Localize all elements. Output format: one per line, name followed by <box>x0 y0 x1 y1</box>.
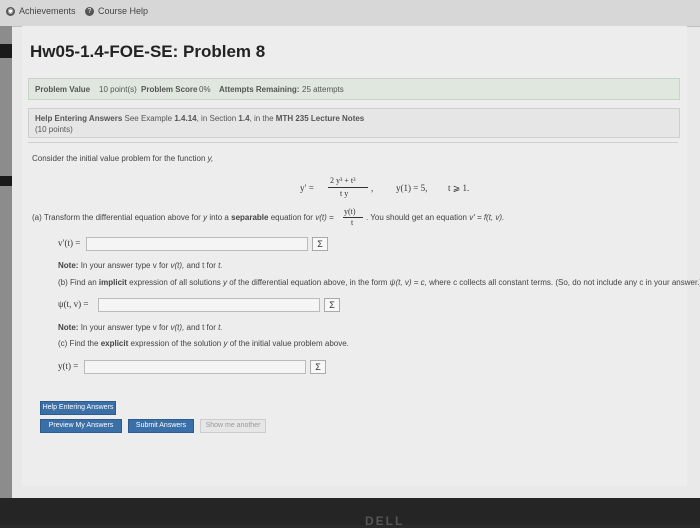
monitor-bezel <box>0 498 700 525</box>
ode-denominator: t y <box>340 189 349 198</box>
left-sidebar-edge <box>0 26 12 498</box>
browser-screen: ◉ Achievements ? Course Help Hw05-1.4-FO… <box>0 0 700 498</box>
lecture-notes-link[interactable]: MTH 235 Lecture Notes <box>276 114 364 123</box>
problem-content: Hw05-1.4-FOE-SE: Problem 8 Problem Value… <box>22 26 700 486</box>
fraction-bar <box>328 187 368 188</box>
part-a-text: (a) Transform the differential equation … <box>32 213 334 222</box>
course-help-link[interactable]: ? Course Help <box>85 6 148 16</box>
submit-answers-button[interactable]: Submit Answers <box>128 419 194 433</box>
help-box: Help Entering Answers See Example 1.4.14… <box>28 108 680 138</box>
answer-b-label: ψ(t, v) = <box>58 299 89 309</box>
help-label: Help Entering Answers <box>35 114 123 123</box>
answer-a-input[interactable] <box>86 237 308 251</box>
page-title: Hw05-1.4-FOE-SE: Problem 8 <box>30 42 266 61</box>
answer-b-input[interactable] <box>98 298 320 312</box>
achievements-link[interactable]: ◉ Achievements <box>6 6 76 16</box>
help-entering-answers-button[interactable]: Help Entering Answers <box>40 401 116 415</box>
equation-editor-a-icon[interactable]: Σ <box>312 237 328 251</box>
sidebar-marker <box>0 176 12 186</box>
monitor-logo: DELL <box>365 514 405 528</box>
sidebar-marker <box>0 44 12 58</box>
question-icon: ? <box>85 6 94 16</box>
initial-condition: y(1) = 5, <box>396 183 428 193</box>
answer-c-label: y(t) = <box>58 361 79 371</box>
ode-lhs: y′ = <box>300 183 314 193</box>
top-nav-bar: ◉ Achievements ? Course Help <box>0 0 700 27</box>
domain: t ⩾ 1. <box>448 183 470 193</box>
problem-info-bar: Problem Value 10 point(s) Problem Score … <box>28 78 680 100</box>
part-b-text: (b) Find an implicit expression of all s… <box>58 278 700 287</box>
answer-a-label: v′(t) = <box>58 238 81 248</box>
equation-editor-c-icon[interactable]: Σ <box>310 360 326 374</box>
show-another-button[interactable]: Show me another <box>200 419 266 433</box>
note-a: Note: In your answer type v for v(t), an… <box>58 261 223 270</box>
note-b: Note: In your answer type v for v(t), an… <box>58 323 223 332</box>
answer-c-input[interactable] <box>84 360 306 374</box>
achievements-icon: ◉ <box>6 6 15 16</box>
question-body: Consider the initial value problem for t… <box>28 142 700 443</box>
intro-text: Consider the initial value problem for t… <box>32 154 214 163</box>
preview-answers-button[interactable]: Preview My Answers <box>40 419 122 433</box>
ode-numerator: 2 y³ + t³ <box>330 176 356 185</box>
equation-editor-b-icon[interactable]: Σ <box>324 298 340 312</box>
part-c-text: (c) Find the explicit expression of the … <box>58 339 349 348</box>
